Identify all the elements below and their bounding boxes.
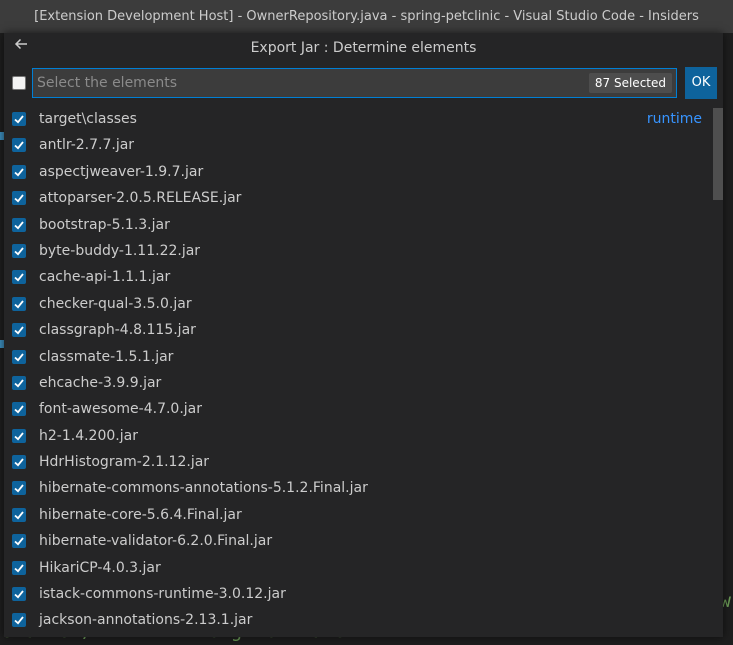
check-icon [14,564,24,573]
check-icon [14,432,24,441]
selected-count-badge: 87 Selected [588,73,672,93]
list-item[interactable]: cache-api-1.1.1.jar [4,264,723,290]
check-icon [14,405,24,414]
list-item[interactable]: classgraph-4.8.115.jar [4,317,723,343]
check-icon [14,115,24,124]
check-icon [14,141,24,150]
list-item[interactable]: bootstrap-5.1.3.jar [4,212,723,238]
item-checkbox[interactable] [12,349,26,364]
item-label: byte-buddy-1.11.22.jar [39,242,201,259]
item-checkbox[interactable] [12,375,26,390]
ok-button[interactable]: OK [685,67,717,99]
item-checkbox[interactable] [12,455,26,470]
item-checkbox[interactable] [12,481,26,496]
item-label: checker-qual-3.5.0.jar [39,295,192,312]
item-checkbox[interactable] [12,112,26,126]
item-checkbox[interactable] [12,217,26,232]
list-item[interactable]: h2-1.4.200.jar [4,423,723,449]
quick-pick-dialog: Export Jar : Determine elements 87 Selec… [4,33,723,637]
item-label: classmate-1.5.1.jar [39,348,174,365]
item-checkbox[interactable] [12,402,26,417]
list-item[interactable]: font-awesome-4.7.0.jar [4,396,723,422]
check-icon [14,537,24,546]
list-item[interactable]: attoparser-2.0.5.RELEASE.jar [4,185,723,211]
item-checkbox[interactable] [12,587,26,602]
list-item[interactable]: checker-qual-3.5.0.jar [4,291,723,317]
quick-pick-header: Export Jar : Determine elements [4,33,723,64]
check-icon [14,458,24,467]
window-title: [Extension Development Host] - OwnerRepo… [0,0,733,33]
item-checkbox[interactable] [12,296,26,311]
item-checkbox[interactable] [12,323,26,338]
item-label: bootstrap-5.1.3.jar [39,216,170,233]
filter-input[interactable] [37,69,577,97]
list-item[interactable]: antlr-2.7.7.jar [4,132,723,158]
item-label: aspectjweaver-1.9.7.jar [39,163,204,180]
filter-input-box[interactable]: 87 Selected [32,68,677,98]
item-checkbox[interactable] [12,534,26,549]
check-icon [14,220,24,230]
list-item[interactable]: classmate-1.5.1.jar [4,344,723,370]
item-label: hibernate-validator-6.2.0.Final.jar [39,533,273,550]
check-icon [14,273,24,282]
list-item[interactable]: ehcache-3.9.9.jar [4,370,723,396]
item-label: jackson-annotations-2.13.1.jar [39,612,253,629]
item-label: classgraph-4.8.115.jar [39,322,196,339]
list-item[interactable]: HdrHistogram-2.1.12.jar [4,449,723,475]
list-scrollbar[interactable] [713,106,723,637]
quick-pick-input-row: 87 Selected OK [4,64,723,102]
list-item[interactable]: istack-commons-runtime-3.0.12.jar [4,581,723,607]
item-checkbox[interactable] [12,164,26,179]
quick-pick-title: Export Jar : Determine elements [250,40,477,56]
list-item[interactable]: hibernate-validator-6.2.0.Final.jar [4,528,723,554]
item-checkbox[interactable] [12,613,26,628]
check-icon [14,326,24,335]
item-checkbox[interactable] [12,243,26,258]
list-item[interactable]: target\classes runtime [4,106,723,132]
item-label: target\classes [39,111,137,127]
elements-list: target\classes runtime antlr-2.7.7.jar aspe… [4,106,723,637]
item-checkbox[interactable] [12,428,26,443]
check-icon [14,352,24,362]
item-label: istack-commons-runtime-3.0.12.jar [39,586,286,603]
check-icon [14,168,24,177]
list-item[interactable]: hibernate-commons-annotations-5.1.2.Fina… [4,475,723,501]
item-checkbox[interactable] [12,507,26,522]
list-item[interactable]: aspectjweaver-1.9.7.jar [4,159,723,185]
item-label: antlr-2.7.7.jar [39,137,135,154]
list-item[interactable]: hibernate-core-5.6.4.Final.jar [4,502,723,528]
item-checkbox[interactable] [12,560,26,575]
item-checkbox[interactable] [12,270,26,285]
item-label: h2-1.4.200.jar [39,427,138,444]
list-item[interactable]: byte-buddy-1.11.22.jar [4,238,723,264]
item-label: HikariCP-4.0.3.jar [39,559,161,576]
check-icon [14,511,24,520]
check-icon [14,484,24,493]
item-label: attoparser-2.0.5.RELEASE.jar [39,190,242,207]
list-item[interactable]: jackson-annotations-2.13.1.jar [4,607,723,633]
item-label: hibernate-core-5.6.4.Final.jar [39,506,242,523]
arrow-left-icon [13,33,29,64]
scrollbar-thumb[interactable] [713,108,723,200]
select-all-checkbox[interactable] [12,76,26,90]
check-icon [14,379,24,388]
check-icon [14,616,24,625]
item-label: ehcache-3.9.9.jar [39,374,162,391]
item-label: cache-api-1.1.1.jar [39,269,171,286]
item-description: runtime [646,111,702,127]
item-label: font-awesome-4.7.0.jar [39,401,203,418]
item-label: HdrHistogram-2.1.12.jar [39,454,210,471]
check-icon [14,247,24,256]
item-checkbox[interactable] [12,138,26,153]
list-item[interactable]: HikariCP-4.0.3.jar [4,555,723,581]
check-icon [14,590,24,599]
back-button[interactable] [10,33,32,64]
check-icon [14,300,24,309]
item-label: hibernate-commons-annotations-5.1.2.Fina… [39,480,368,497]
item-checkbox[interactable] [12,191,26,206]
check-icon [14,194,24,203]
